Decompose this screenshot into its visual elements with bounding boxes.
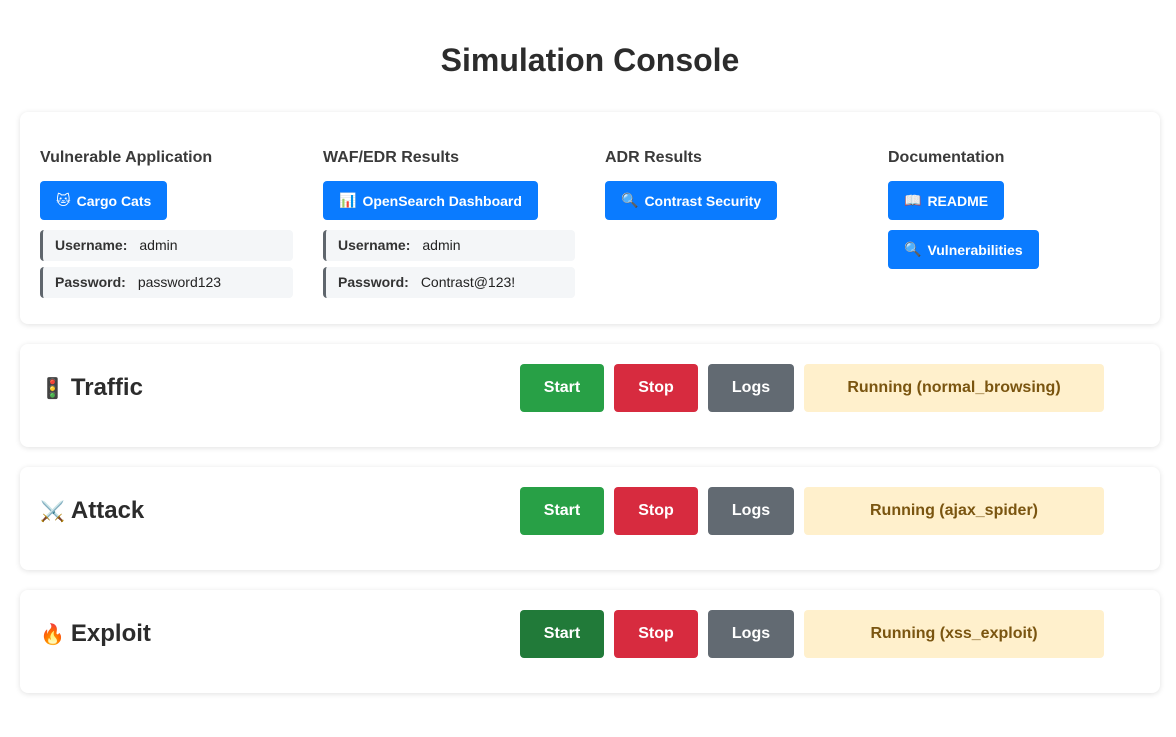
exploit-name: Exploit bbox=[70, 620, 151, 647]
bar-chart-icon: 📊 bbox=[339, 192, 357, 208]
opensearch-dashboard-label: OpenSearch Dashboard bbox=[362, 192, 522, 209]
readme-label: README bbox=[927, 192, 989, 209]
links-panel: Vulnerable Application 🐱 Cargo Cats User… bbox=[20, 112, 1160, 324]
username-credential: Username: admin bbox=[40, 230, 293, 261]
exploit-stop-button[interactable]: Stop bbox=[614, 610, 698, 658]
adr-column: ADR Results 🔍 Contrast Security bbox=[605, 148, 778, 220]
traffic-logs-button[interactable]: Logs bbox=[708, 364, 794, 412]
page-title: Simulation Console bbox=[440, 42, 740, 78]
username-value: admin bbox=[139, 237, 178, 253]
open-book-icon: 📖 bbox=[904, 192, 922, 208]
attack-status-badge: Running (ajax_spider) bbox=[804, 487, 1104, 535]
magnifier-icon: 🔍 bbox=[904, 241, 922, 257]
password-value: password123 bbox=[137, 274, 222, 290]
waf-edr-heading: WAF/EDR Results bbox=[323, 149, 460, 166]
readme-button[interactable]: 📖 README bbox=[888, 181, 1005, 220]
adr-heading: ADR Results bbox=[605, 149, 702, 166]
username-credential: Username: admin bbox=[323, 230, 575, 261]
attack-name: Attack bbox=[70, 497, 145, 524]
fire-icon: 🔥 bbox=[40, 624, 65, 646]
traffic-title: 🚦 Traffic bbox=[40, 374, 143, 402]
vulnerable-app-heading: Vulnerable Application bbox=[40, 149, 213, 166]
opensearch-dashboard-button[interactable]: 📊 OpenSearch Dashboard bbox=[323, 181, 538, 220]
username-label: Username: bbox=[55, 237, 128, 253]
contrast-security-label: Contrast Security bbox=[644, 192, 762, 209]
traffic-light-icon: 🚦 bbox=[40, 378, 65, 400]
cargo-cats-label: Cargo Cats bbox=[76, 192, 152, 209]
magnifier-icon: 🔍 bbox=[621, 192, 639, 208]
password-value: Contrast@123! bbox=[420, 274, 516, 290]
exploit-logs-button[interactable]: Logs bbox=[708, 610, 794, 658]
vulnerabilities-button[interactable]: 🔍 Vulnerabilities bbox=[888, 230, 1039, 269]
password-label: Password: bbox=[55, 274, 126, 290]
traffic-start-button[interactable]: Start bbox=[520, 364, 604, 412]
exploit-simulation-card: 🔥 Exploit Start Stop Logs Running (xss_ex… bbox=[20, 590, 1160, 693]
exploit-start-button[interactable]: Start bbox=[520, 610, 604, 658]
waf-edr-column: WAF/EDR Results 📊 OpenSearch Dashboard U… bbox=[323, 148, 575, 298]
username-label: Username: bbox=[338, 237, 411, 253]
attack-simulation-card: ⚔️ Attack Start Stop Logs Running (ajax_s… bbox=[20, 467, 1160, 570]
exploit-title: 🔥 Exploit bbox=[40, 620, 151, 648]
username-value: admin bbox=[422, 237, 461, 253]
traffic-stop-button[interactable]: Stop bbox=[614, 364, 698, 412]
documentation-heading: Documentation bbox=[888, 149, 1005, 166]
attack-title: ⚔️ Attack bbox=[40, 497, 144, 525]
password-credential: Password: Contrast@123! bbox=[323, 267, 575, 298]
attack-logs-button[interactable]: Logs bbox=[708, 487, 794, 535]
attack-stop-button[interactable]: Stop bbox=[614, 487, 698, 535]
exploit-status-badge: Running (xss_exploit) bbox=[804, 610, 1104, 658]
vulnerabilities-label: Vulnerabilities bbox=[927, 241, 1023, 258]
cargo-cats-button[interactable]: 🐱 Cargo Cats bbox=[40, 181, 168, 220]
password-label: Password: bbox=[338, 274, 409, 290]
contrast-security-button[interactable]: 🔍 Contrast Security bbox=[605, 181, 778, 220]
documentation-column: Documentation 📖 README 🔍 Vulnerabilities bbox=[888, 148, 1039, 269]
traffic-name: Traffic bbox=[70, 374, 143, 401]
traffic-simulation-card: 🚦 Traffic Start Stop Logs Running (normal… bbox=[20, 344, 1160, 447]
cat-face-icon: 🐱 bbox=[56, 192, 71, 208]
traffic-status-badge: Running (normal_browsing) bbox=[804, 364, 1104, 412]
crossed-swords-icon: ⚔️ bbox=[40, 501, 65, 523]
password-credential: Password: password123 bbox=[40, 267, 293, 298]
vulnerable-app-column: Vulnerable Application 🐱 Cargo Cats User… bbox=[40, 148, 293, 298]
attack-start-button[interactable]: Start bbox=[520, 487, 604, 535]
